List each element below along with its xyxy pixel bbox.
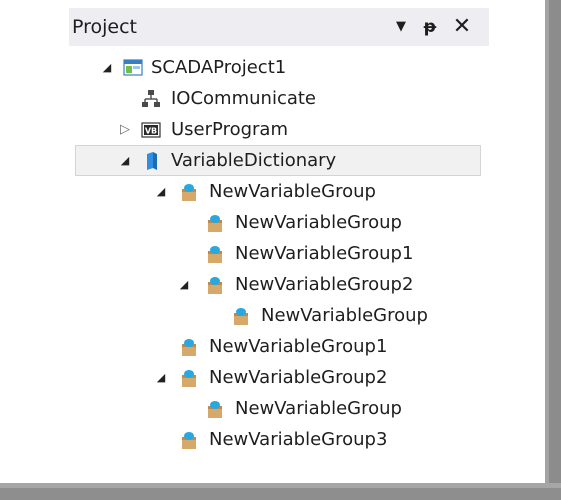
dictionary-icon	[147, 152, 157, 170]
variable-group-icon	[234, 308, 248, 325]
expanded-arrow-icon[interactable]: ◢	[117, 145, 133, 176]
tree-node-label: NewVariableGroup	[235, 398, 402, 419]
tree-node-label: NewVariableGroup	[209, 181, 376, 202]
tree-node-label: NewVariableGroup2	[235, 274, 414, 295]
tree-node-variable-group[interactable]: ◢ NewVariableGroup2	[75, 269, 481, 300]
tree-node-variable-group[interactable]: NewVariableGroup3	[75, 424, 481, 455]
tree-node-variable-group[interactable]: NewVariableGroup	[75, 393, 481, 424]
tree-node-label: NewVariableGroup1	[209, 336, 388, 357]
svg-text:VB: VB	[145, 127, 157, 136]
pin-icon[interactable]: ᵽ	[421, 14, 439, 40]
tree-node-scadaproject1[interactable]: ◢ SCADAProject1	[75, 52, 481, 83]
variable-group-icon	[182, 370, 196, 387]
expanded-arrow-icon[interactable]: ◢	[99, 52, 115, 83]
variable-group-icon	[208, 401, 222, 418]
tree-node-variable-group[interactable]: NewVariableGroup	[75, 300, 481, 331]
variable-group-icon	[182, 184, 196, 201]
window-position-dropdown-icon[interactable]: ▼	[391, 14, 411, 40]
tree-node-variable-group[interactable]: ◢ NewVariableGroup	[75, 176, 481, 207]
variable-group-icon	[182, 339, 196, 356]
tree-node-variabledictionary[interactable]: ◢ VariableDictionary	[75, 145, 481, 176]
tree-node-iocommunicate[interactable]: IOCommunicate	[75, 83, 481, 114]
collapsed-arrow-icon[interactable]: ▷	[117, 114, 133, 145]
variable-group-icon	[208, 215, 222, 232]
tree-node-label: VariableDictionary	[171, 150, 337, 171]
tree-node-userprogram[interactable]: ▷ VB UserProgram	[75, 114, 481, 145]
tree-node-variable-group[interactable]: NewVariableGroup1	[75, 238, 481, 269]
tree-node-label: SCADAProject1	[151, 57, 287, 78]
tree-node-label: IOCommunicate	[171, 88, 317, 109]
tree-node-variable-group[interactable]: NewVariableGroup1	[75, 331, 481, 362]
variable-group-icon	[208, 246, 222, 263]
expanded-arrow-icon[interactable]: ◢	[176, 269, 192, 300]
vb-icon: VB	[141, 122, 161, 138]
variable-group-icon	[208, 277, 222, 294]
variable-group-icon	[182, 432, 196, 449]
tree-node-label: NewVariableGroup	[235, 212, 402, 233]
close-icon[interactable]: ✕	[451, 14, 473, 40]
expanded-arrow-icon[interactable]: ◢	[153, 176, 169, 207]
tree-node-variable-group[interactable]: NewVariableGroup	[75, 207, 481, 238]
network-icon	[142, 90, 160, 107]
panel-title: Project	[72, 16, 138, 38]
project-icon	[123, 59, 143, 76]
tree-node-label: NewVariableGroup1	[235, 243, 414, 264]
expanded-arrow-icon[interactable]: ◢	[153, 362, 169, 393]
screenshot-border-right-shadow	[549, 0, 561, 500]
tree-node-label: UserProgram	[171, 119, 288, 140]
project-panel: Project ▼ ᵽ ✕ ◢ SCADAProject1 IOCommunic…	[69, 8, 489, 463]
panel-header: Project ▼ ᵽ ✕	[69, 8, 489, 46]
tree-node-variable-group[interactable]: ◢ NewVariableGroup2	[75, 362, 481, 393]
tree-node-label: NewVariableGroup2	[209, 367, 388, 388]
screenshot-border-bottom-shadow	[0, 488, 561, 500]
tree-node-label: NewVariableGroup	[261, 305, 428, 326]
tree-node-label: NewVariableGroup3	[209, 429, 388, 450]
